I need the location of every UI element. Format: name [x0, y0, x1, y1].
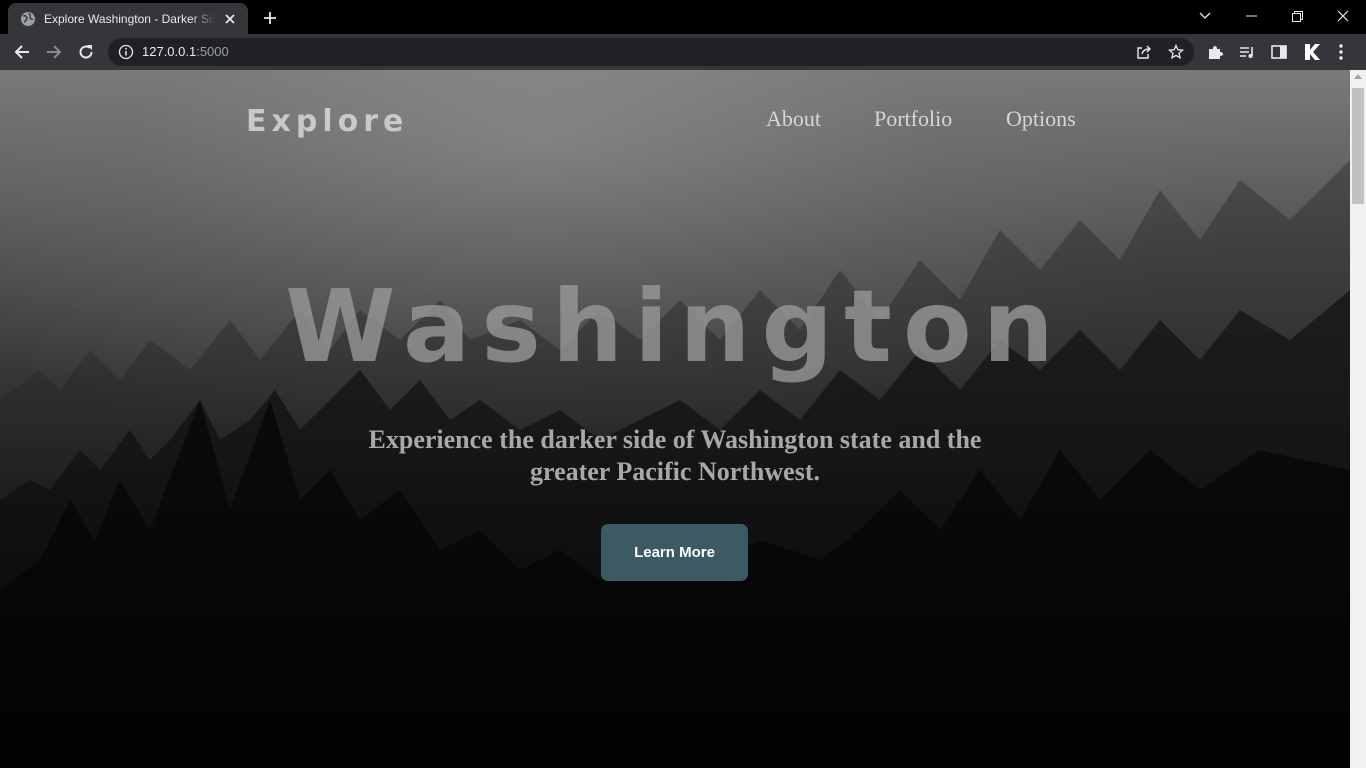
back-arrow-icon[interactable] — [8, 38, 36, 66]
hero-subtitle-line1: Experience the darker side of Washington… — [368, 425, 982, 454]
restore-icon[interactable] — [1274, 0, 1320, 32]
learn-more-button[interactable]: Learn More — [601, 524, 748, 581]
url-text: 127.0.0.1:5000 — [142, 44, 229, 60]
window-close-icon[interactable] — [1320, 0, 1366, 32]
tab-title: Explore Washington - Darker Side of Wash… — [44, 11, 216, 26]
kebab-menu-icon[interactable] — [1332, 43, 1350, 61]
minimize-icon[interactable] — [1228, 0, 1274, 32]
nav-link-portfolio[interactable]: Portfolio — [874, 106, 952, 132]
globe-icon — [21, 11, 35, 26]
url-host: 127.0.0.1 — [142, 44, 197, 59]
side-panel-icon[interactable] — [1270, 43, 1288, 61]
media-control-icon[interactable] — [1238, 43, 1256, 61]
forest-silhouette — [0, 70, 1350, 768]
star-icon[interactable] — [1168, 44, 1184, 60]
scroll-up-arrow-icon[interactable] — [1354, 74, 1362, 79]
plus-icon[interactable] — [260, 8, 280, 28]
site-brand-logo[interactable]: Explore — [246, 104, 408, 139]
chevron-down-icon[interactable] — [1182, 0, 1228, 32]
scrollbar-thumb[interactable] — [1352, 88, 1364, 204]
browser-titlebar: Explore Washington - Darker Side of Wash… — [0, 0, 1366, 34]
page-scrollbar[interactable] — [1350, 70, 1366, 768]
hero-title: Washington — [285, 268, 1065, 385]
browser-toolbar: 127.0.0.1:5000 — [0, 34, 1366, 70]
browser-tab[interactable]: Explore Washington - Darker Side of Wash… — [8, 3, 248, 34]
nav-link-about[interactable]: About — [766, 106, 821, 132]
url-port: :5000 — [196, 44, 229, 59]
reload-icon[interactable] — [72, 38, 100, 66]
share-icon[interactable] — [1136, 44, 1152, 60]
k-extension-icon[interactable] — [1302, 43, 1320, 61]
address-bar[interactable]: 127.0.0.1:5000 — [108, 38, 1194, 66]
page-viewport: Explore About Portfolio Options Washingt… — [0, 70, 1350, 768]
puzzle-icon[interactable] — [1206, 43, 1224, 61]
nav-link-options[interactable]: Options — [1006, 106, 1076, 132]
hero-subtitle: Experience the darker side of Washington… — [325, 424, 1025, 488]
hero-subtitle-line2: greater Pacific Northwest. — [530, 457, 820, 486]
forward-arrow-icon[interactable] — [40, 38, 68, 66]
info-icon[interactable] — [118, 44, 134, 60]
close-icon[interactable] — [222, 11, 238, 27]
